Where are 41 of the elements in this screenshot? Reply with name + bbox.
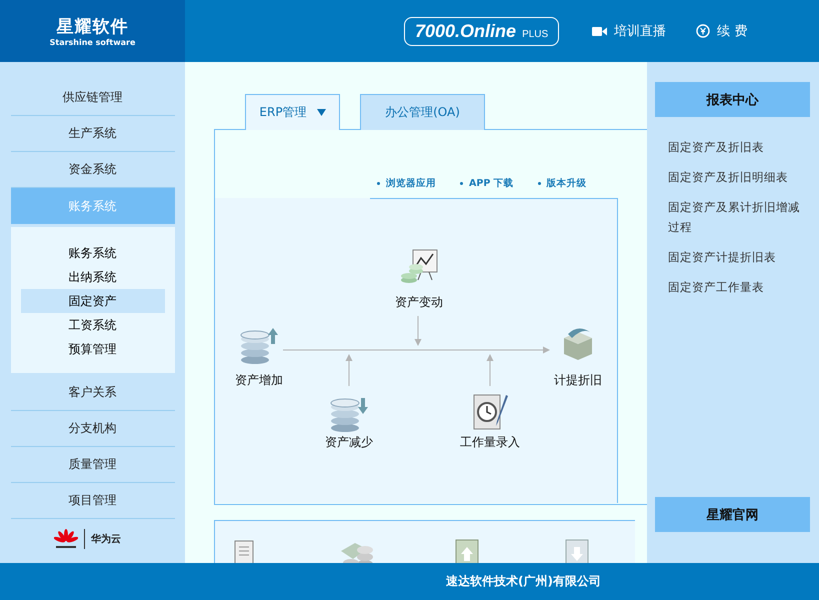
sidebar-item[interactable]: 生产系统 [10,116,174,152]
report-center-title: 报表中心 [655,82,810,117]
report-link[interactable]: 固定资产计提折旧表 [655,247,808,267]
report-link[interactable]: 固定资产及折旧明细表 [655,167,808,187]
submenu-item[interactable]: 固定资产 [20,289,164,313]
petal-logo-icon [54,529,78,549]
quick-link[interactable]: 版本升级 [538,177,587,190]
sidebar-item[interactable]: 项目管理 [10,483,174,519]
website-button[interactable]: 星耀官网 [655,497,810,532]
video-camera-icon [592,26,608,36]
flow-node-label: 资产变动 [395,294,443,311]
tab[interactable]: ERP管理 [245,94,340,130]
header-link[interactable]: 续 费 [696,22,748,40]
submenu-item[interactable]: 工资系统 [20,313,164,337]
report-link[interactable]: 固定资产及累计折旧增减过程 [655,197,808,237]
product-name: 7000.Online [415,20,516,42]
report-link[interactable]: 固定资产及折旧表 [655,137,808,157]
submenu-item[interactable]: 预算管理 [20,337,164,361]
submenu-item[interactable]: 出纳系统 [20,265,164,289]
database-up-icon[interactable] [239,326,279,366]
company-name: 速达软件技术(广州)有限公司 [446,573,601,590]
sidebar-item[interactable]: 分支机构 [10,411,174,447]
report-link[interactable]: 固定资产工作量表 [655,277,808,297]
flow-node-label: 资产减少 [325,434,373,451]
logo-subtitle: Starshine software [50,38,136,47]
quick-link[interactable]: APP 下载 [460,177,514,190]
flow-node-label: 资产增加 [235,372,283,389]
partner-name: 华为云 [91,532,121,546]
product-edition: PLUS [522,28,548,40]
tab[interactable]: 办公管理(OA) [360,94,485,130]
yen-circle-icon [696,24,710,38]
quick-link[interactable]: 浏览器应用 [377,177,436,190]
caret-icon [316,109,326,116]
sidebar-item[interactable]: 质量管理 [10,447,174,483]
sidebar-item[interactable]: 客户关系 [10,375,174,411]
submenu-item[interactable]: 账务系统 [20,241,164,265]
flow-node-label: 工作量录入 [460,434,520,451]
flow-node-label: 计提折旧 [554,372,602,389]
logo-title: 星耀软件 [56,16,128,38]
header-link[interactable]: 培训直播 [592,22,666,40]
sidebar-item[interactable]: 供应链管理 [10,80,174,116]
